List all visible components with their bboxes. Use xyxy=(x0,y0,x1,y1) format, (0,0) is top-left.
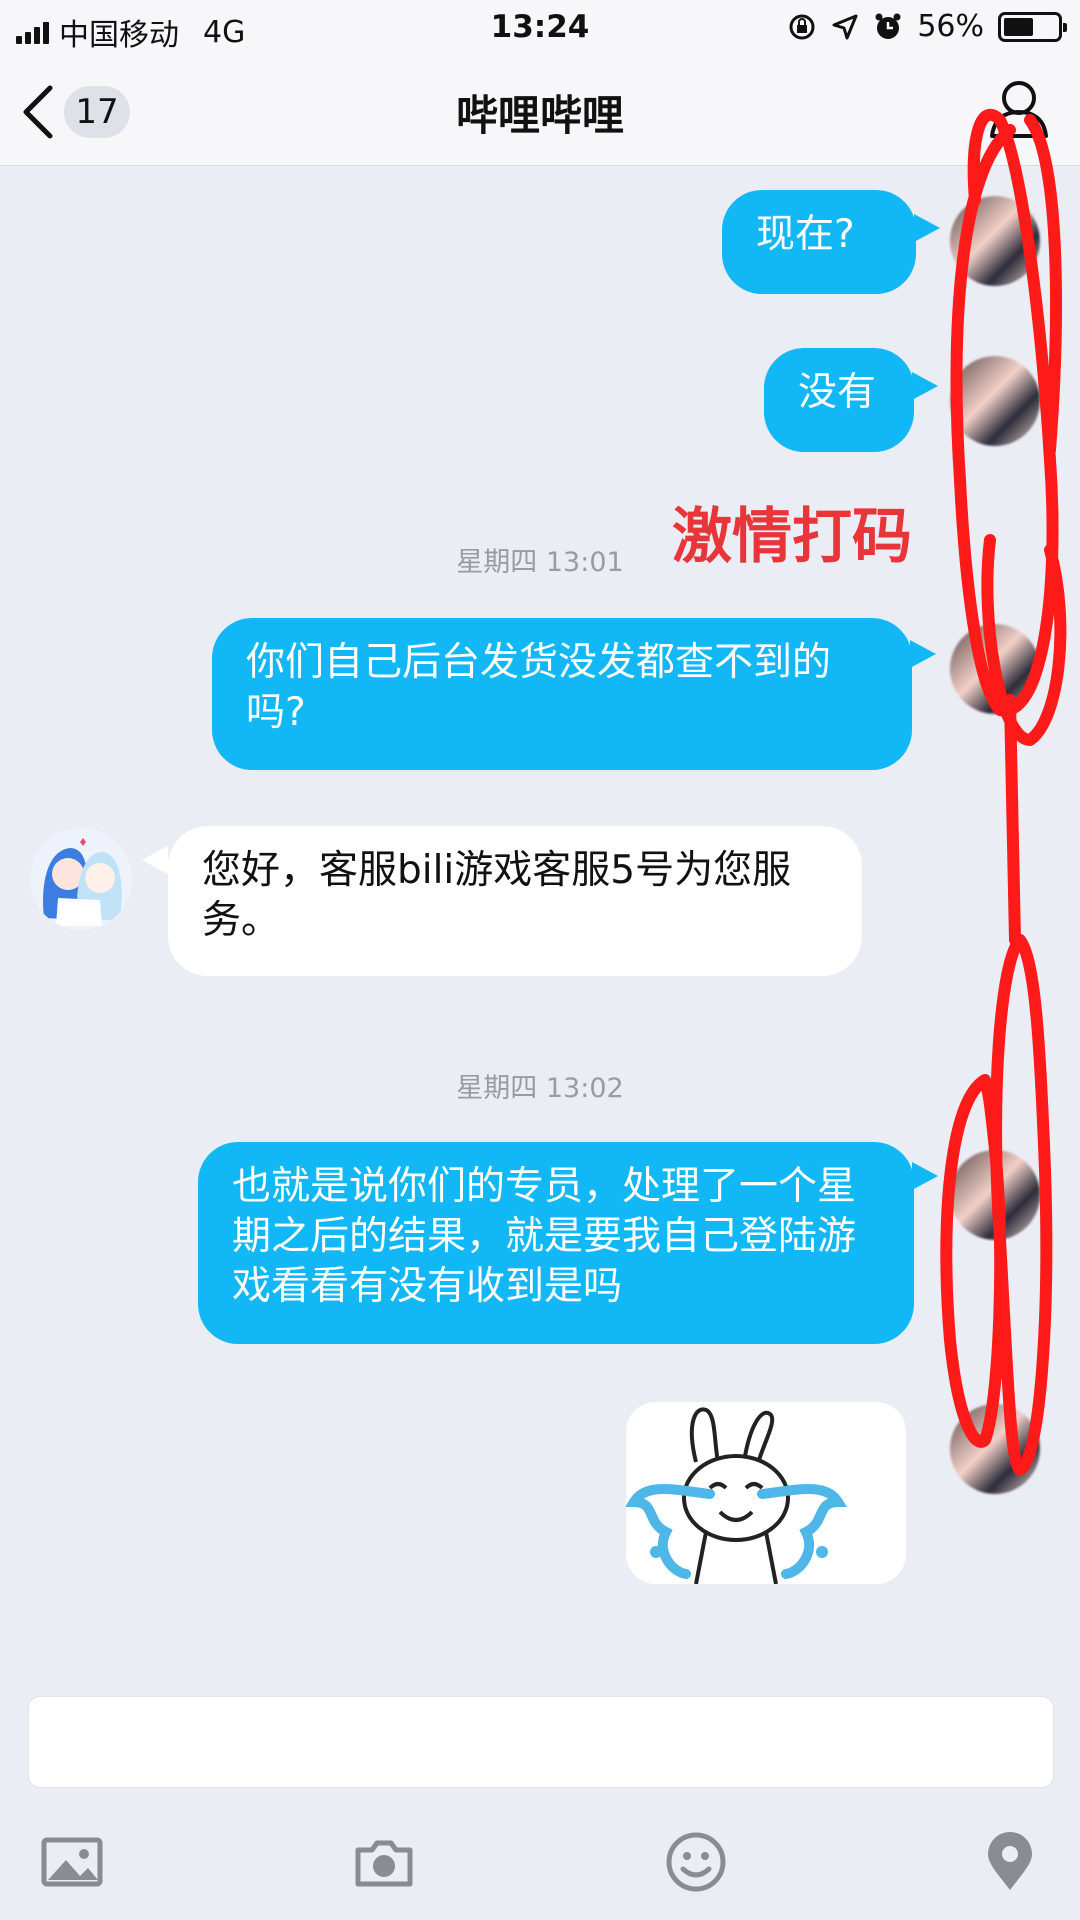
message-text-field[interactable] xyxy=(29,1697,1053,1787)
time-label: 星期四 13:02 xyxy=(456,1073,624,1104)
emoji-icon[interactable] xyxy=(664,1830,728,1894)
avatar[interactable] xyxy=(950,356,1040,446)
sent-message-bubble[interactable]: 没有 xyxy=(764,348,914,452)
location-pin-icon[interactable] xyxy=(978,1830,1042,1894)
camera-icon[interactable] xyxy=(352,1830,416,1894)
battery-icon xyxy=(998,11,1067,42)
page-title: 哔哩哔哩 xyxy=(455,91,624,140)
message-input[interactable] xyxy=(28,1696,1054,1788)
person-icon[interactable] xyxy=(988,78,1050,140)
status-bar: 中国移动 4G 13:24 56% xyxy=(0,0,1080,56)
battery-fill xyxy=(1004,17,1033,36)
avatar[interactable] xyxy=(950,1150,1040,1240)
message-text: 没有 xyxy=(798,370,877,415)
received-message-bubble[interactable]: 您好，客服bili游戏客服5号为您服务。 xyxy=(168,826,862,976)
message-text: 也就是说你们的专员，处理了一个星期之后的结果，就是要我自己登陆游戏看看有没有收到… xyxy=(232,1164,857,1309)
anime-avatar-icon xyxy=(30,828,132,930)
bubble-tail xyxy=(910,640,936,668)
lock-rotation-icon xyxy=(789,14,815,39)
time-label: 星期四 13:01 xyxy=(456,547,624,578)
bubble-tail xyxy=(914,214,940,242)
message-text: 你们自己后台发货没发都查不到的吗? xyxy=(246,640,832,735)
location-arrow-icon xyxy=(832,14,858,39)
avatar[interactable] xyxy=(30,828,132,930)
battery-percent: 56% xyxy=(917,9,984,44)
sent-message-bubble[interactable]: 你们自己后台发货没发都查不到的吗? xyxy=(212,618,912,770)
avatar[interactable] xyxy=(950,196,1040,286)
message-text: 现在? xyxy=(756,212,855,257)
image-icon[interactable] xyxy=(40,1830,104,1894)
nav-bar: 17 哔哩哔哩 xyxy=(0,56,1080,166)
sent-message-bubble[interactable]: 现在? xyxy=(722,190,916,294)
bubble-tail xyxy=(142,846,168,874)
bubble-tail xyxy=(912,1162,938,1190)
avatar[interactable] xyxy=(950,624,1040,714)
bottom-toolbar xyxy=(0,1800,1080,1920)
status-right: 56% xyxy=(787,9,1067,44)
alarm-icon xyxy=(875,13,901,39)
sticker-message[interactable] xyxy=(626,1402,906,1584)
message-text: 您好，客服bili游戏客服5号为您服务。 xyxy=(202,848,792,943)
avatar[interactable] xyxy=(950,1404,1040,1494)
crying-rabbit-sticker xyxy=(626,1402,906,1584)
sent-message-bubble[interactable]: 也就是说你们的专员，处理了一个星期之后的结果，就是要我自己登陆游戏看看有没有收到… xyxy=(198,1142,914,1344)
bubble-tail xyxy=(912,372,938,400)
